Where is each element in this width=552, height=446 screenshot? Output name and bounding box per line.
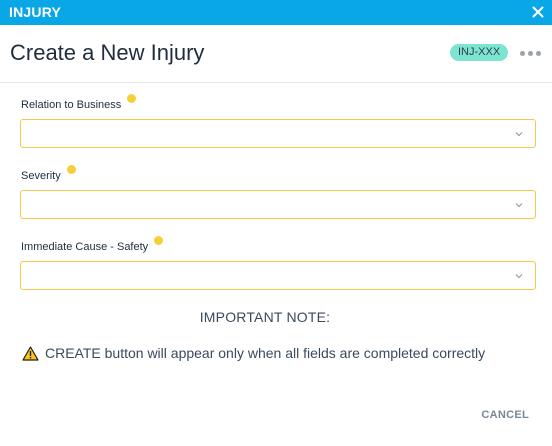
severity-label: Severity	[21, 165, 76, 182]
cancel-button[interactable]: CANCEL	[481, 409, 529, 421]
more-options-icon[interactable]	[520, 51, 541, 56]
info-dot-icon[interactable]	[127, 94, 137, 103]
chevron-down-icon	[515, 203, 523, 208]
relation-to-business-select[interactable]	[20, 119, 536, 148]
warning-icon	[22, 345, 39, 361]
dialog-title: INJURY	[9, 4, 62, 20]
chevron-down-icon	[515, 274, 523, 279]
immediate-cause-safety-select[interactable]	[20, 261, 536, 290]
info-dot-icon[interactable]	[154, 236, 164, 245]
record-id-badge: INJ-XXX	[450, 44, 509, 61]
field-label-text: Immediate Cause - Safety	[21, 241, 149, 253]
dialog-header: Create a New Injury INJ-XXX	[0, 25, 552, 83]
immediate-cause-safety-label: Immediate Cause - Safety	[21, 236, 164, 253]
relation-to-business-label: Relation to Business	[21, 94, 137, 111]
info-dot-icon[interactable]	[66, 165, 76, 174]
severity-select[interactable]	[20, 190, 536, 219]
important-note-message: CREATE button will appear only when all …	[22, 345, 485, 361]
field-label-text: Relation to Business	[21, 99, 122, 111]
close-icon[interactable]	[529, 3, 547, 21]
note-text: CREATE button will appear only when all …	[45, 345, 486, 361]
page-title: Create a New Injury	[10, 40, 205, 65]
important-note-title: IMPORTANT NOTE:	[199, 309, 331, 325]
chevron-down-icon	[515, 132, 523, 137]
dialog-titlebar: INJURY	[0, 0, 552, 25]
field-label-text: Severity	[21, 170, 61, 182]
